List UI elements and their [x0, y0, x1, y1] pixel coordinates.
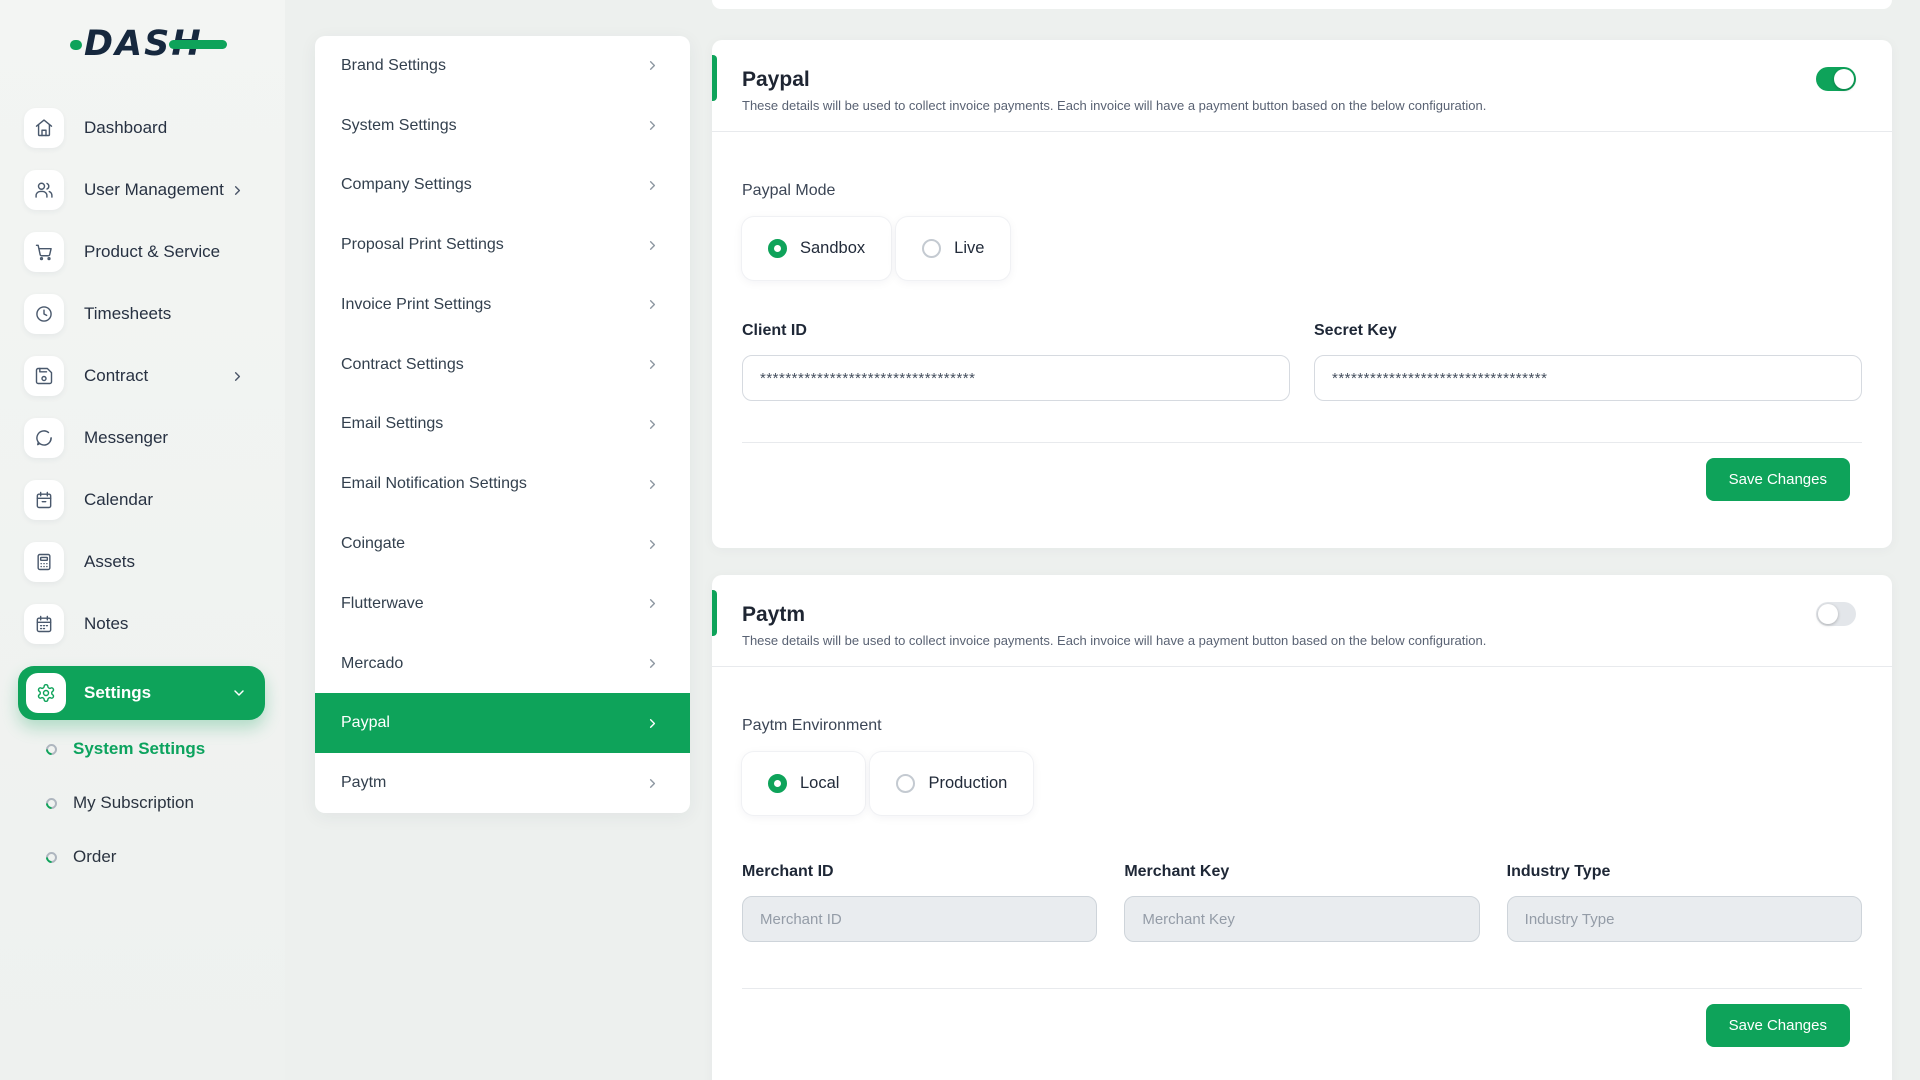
users-icon: [24, 170, 64, 210]
sidebar-item-assets[interactable]: Assets: [24, 542, 285, 582]
chevron-right-icon: [645, 417, 660, 432]
secret-key-label: Secret Key: [1314, 322, 1862, 340]
toggle-knob: [1818, 604, 1838, 624]
settings-menu-item-paytm[interactable]: Paytm: [315, 753, 690, 813]
accent-bar: [712, 55, 717, 101]
divider: [712, 666, 1892, 667]
chevron-right-icon: [645, 118, 660, 133]
radio-checked-icon: [768, 774, 787, 793]
sidebar-item-timesheets[interactable]: Timesheets: [24, 294, 285, 334]
merchant-id-input[interactable]: [742, 896, 1097, 942]
settings-menu-item-proposal-print-settings[interactable]: Proposal Print Settings: [315, 215, 690, 275]
chevron-right-icon: [645, 297, 660, 312]
secret-key-input[interactable]: [1314, 355, 1862, 401]
chevron-right-icon: [230, 183, 245, 198]
settings-menu-panel: Brand Settings System Settings Company S…: [315, 36, 690, 813]
chevron-right-icon: [645, 596, 660, 611]
sidebar-item-user-management[interactable]: User Management: [24, 170, 285, 210]
settings-menu-item-coingate[interactable]: Coingate: [315, 514, 690, 574]
radio-unchecked-icon: [896, 774, 915, 793]
calculator-icon: [24, 542, 64, 582]
sidebar-item-contract[interactable]: Contract: [24, 356, 285, 396]
notes-icon: [24, 604, 64, 644]
paypal-mode-option-sandbox[interactable]: Sandbox: [742, 217, 891, 280]
radio-unchecked-icon: [922, 239, 941, 258]
chevron-right-icon: [645, 776, 660, 791]
gear-icon: [26, 673, 66, 713]
scrolled-card-edge: [712, 0, 1892, 9]
chevron-right-icon: [645, 537, 660, 552]
divider: [712, 131, 1892, 132]
paytm-save-button[interactable]: Save Changes: [1706, 1004, 1850, 1047]
paypal-save-button[interactable]: Save Changes: [1706, 458, 1850, 501]
sidebar-subitem-my-subscription[interactable]: My Subscription: [46, 788, 285, 818]
sidebar: DASH Dashboard User Management Product &…: [0, 0, 285, 1080]
bullet-icon: [44, 849, 60, 865]
paypal-mode-option-live[interactable]: Live: [896, 217, 1010, 280]
industry-type-input[interactable]: [1507, 896, 1862, 942]
bullet-icon: [44, 795, 60, 811]
chevron-right-icon: [645, 178, 660, 193]
paytm-environment-label: Paytm Environment: [742, 717, 1862, 735]
settings-menu-item-mercado[interactable]: Mercado: [315, 634, 690, 694]
sidebar-item-dashboard[interactable]: Dashboard: [24, 108, 285, 148]
settings-menu-item-system-settings[interactable]: System Settings: [315, 96, 690, 156]
bullet-icon: [44, 741, 60, 757]
radio-checked-icon: [768, 239, 787, 258]
paytm-settings-card: Paytm These details will be used to coll…: [712, 575, 1892, 1080]
chevron-right-icon: [645, 238, 660, 253]
settings-menu-item-flutterwave[interactable]: Flutterwave: [315, 574, 690, 634]
merchant-id-label: Merchant ID: [742, 863, 1097, 881]
logo-accent-bar: [169, 40, 227, 49]
sidebar-item-messenger[interactable]: Messenger: [24, 418, 285, 458]
cart-icon: [24, 232, 64, 272]
toggle-knob: [1834, 69, 1854, 89]
clock-icon: [24, 294, 64, 334]
settings-menu-item-company-settings[interactable]: Company Settings: [315, 156, 690, 216]
chevron-down-icon: [231, 685, 247, 701]
settings-menu-item-contract-settings[interactable]: Contract Settings: [315, 335, 690, 395]
chevron-right-icon: [230, 369, 245, 384]
chat-icon: [24, 418, 64, 458]
sidebar-item-calendar[interactable]: Calendar: [24, 480, 285, 520]
paytm-env-option-local[interactable]: Local: [742, 752, 865, 815]
sidebar-item-product-service[interactable]: Product & Service: [24, 232, 285, 272]
paypal-card-description: These details will be used to collect in…: [742, 98, 1862, 113]
paypal-enabled-toggle[interactable]: [1816, 67, 1856, 91]
paytm-card-header: Paytm These details will be used to coll…: [712, 575, 1892, 666]
sidebar-subitem-system-settings[interactable]: System Settings: [46, 734, 285, 764]
industry-type-label: Industry Type: [1507, 863, 1862, 881]
paypal-card-title: Paypal: [742, 68, 1862, 92]
app-logo: DASH: [84, 24, 203, 64]
paytm-env-option-production[interactable]: Production: [870, 752, 1033, 815]
chevron-right-icon: [645, 58, 660, 73]
settings-menu-item-invoice-print-settings[interactable]: Invoice Print Settings: [315, 275, 690, 335]
chevron-right-icon: [645, 477, 660, 492]
paytm-card-title: Paytm: [742, 603, 1862, 627]
paypal-mode-label: Paypal Mode: [742, 182, 1862, 200]
merchant-key-input[interactable]: [1124, 896, 1479, 942]
sidebar-subitem-order[interactable]: Order: [46, 842, 285, 872]
save-icon: [24, 356, 64, 396]
settings-menu-item-email-notification-settings[interactable]: Email Notification Settings: [315, 454, 690, 514]
settings-menu-item-paypal[interactable]: Paypal: [315, 693, 690, 753]
home-icon: [24, 108, 64, 148]
paytm-card-description: These details will be used to collect in…: [742, 633, 1862, 648]
client-id-input[interactable]: [742, 355, 1290, 401]
chevron-right-icon: [645, 357, 660, 372]
sidebar-item-notes[interactable]: Notes: [24, 604, 285, 644]
logo-accent-dot: [70, 40, 82, 50]
merchant-key-label: Merchant Key: [1124, 863, 1479, 881]
accent-bar: [712, 590, 717, 636]
chevron-right-icon: [645, 716, 660, 731]
calendar-icon: [24, 480, 64, 520]
paytm-enabled-toggle[interactable]: [1816, 602, 1856, 626]
client-id-label: Client ID: [742, 322, 1290, 340]
chevron-right-icon: [645, 656, 660, 671]
sidebar-item-settings[interactable]: Settings: [18, 666, 265, 720]
settings-menu-item-brand-settings[interactable]: Brand Settings: [315, 36, 690, 96]
settings-menu-item-email-settings[interactable]: Email Settings: [315, 395, 690, 455]
paypal-settings-card: Paypal These details will be used to col…: [712, 40, 1892, 548]
paypal-card-header: Paypal These details will be used to col…: [712, 40, 1892, 131]
